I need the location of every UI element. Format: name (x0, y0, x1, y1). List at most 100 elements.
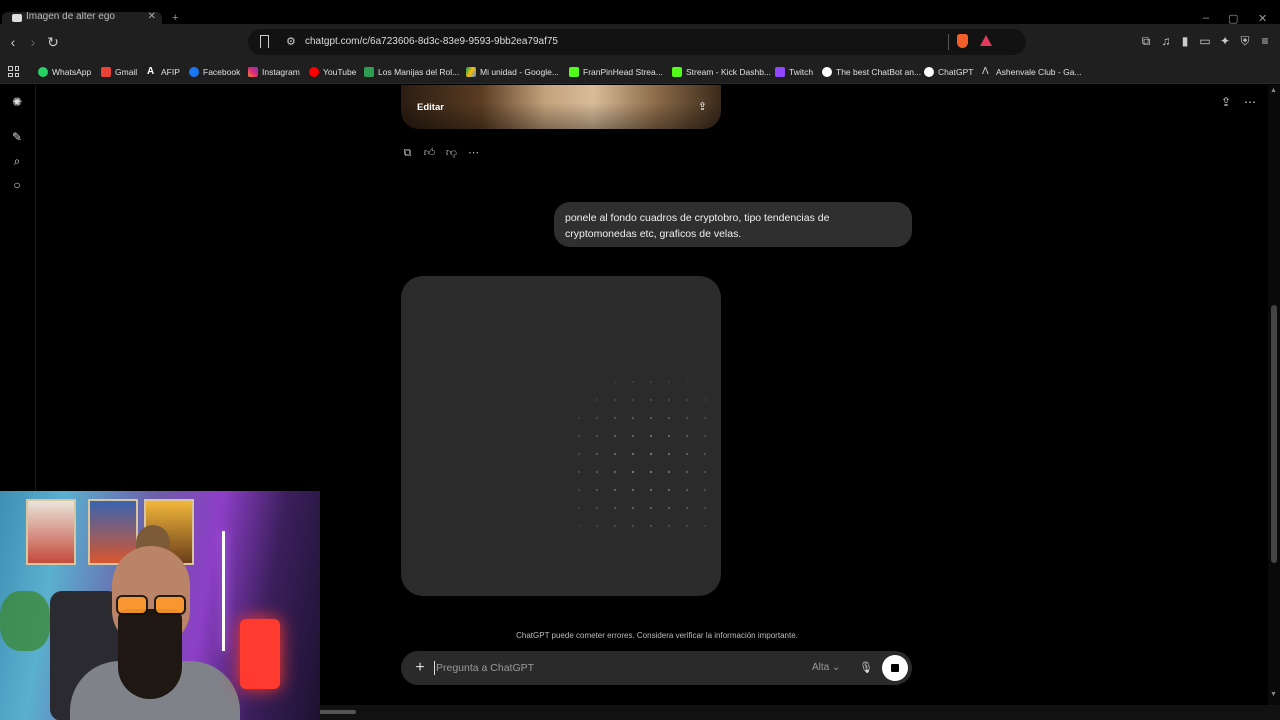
bookmark-label: The best ChatBot an... (836, 67, 922, 77)
address-bar[interactable]: ⚙ chatgpt.com/c/6a723606-8d3c-83e9-9593-… (248, 29, 1026, 55)
bookmark-label: Facebook (203, 67, 241, 77)
loading-dot (667, 434, 671, 438)
bookmark-youtube[interactable]: YouTube (309, 65, 356, 79)
add-attachment-icon[interactable]: + (411, 658, 429, 678)
hscrollbar-thumb[interactable] (318, 710, 356, 714)
loading-dot (595, 452, 599, 456)
whatsapp-icon (38, 67, 48, 77)
bookmark-los-manijas[interactable]: Los Manijas del Rol... (364, 65, 459, 79)
image-shade (401, 85, 721, 129)
brave-rewards-icon[interactable] (980, 35, 992, 46)
loading-dot (595, 380, 599, 384)
loading-dot (703, 488, 707, 492)
chat-bubble-icon[interactable]: ○ (10, 178, 24, 192)
tab-favicon-icon (12, 14, 22, 22)
bookmark-franpinhead[interactable]: FranPinHead Strea... (569, 65, 663, 79)
loading-dot (631, 524, 635, 528)
brave-shields-icon[interactable] (957, 34, 968, 48)
leo-ai-icon[interactable]: ✦ (1218, 34, 1232, 48)
scroll-up-icon[interactable]: ▲ (1270, 87, 1277, 94)
share-image-icon[interactable]: ⇪ (698, 100, 707, 113)
sidebar-toggle-icon[interactable]: ▮ (1178, 34, 1192, 48)
loading-dot (649, 380, 653, 384)
scroll-down-icon[interactable]: ▼ (1270, 691, 1277, 698)
model-selector[interactable]: Alta ⌄ (812, 662, 840, 673)
vertical-scrollbar[interactable]: ▲ ▼ (1268, 85, 1280, 705)
loading-dot (703, 506, 707, 510)
loading-dot (631, 488, 635, 492)
search-icon[interactable]: ⌕ (10, 154, 24, 168)
loading-dot (595, 488, 599, 492)
bookmark-chatgpt[interactable]: ChatGPT (924, 65, 973, 79)
openai-logo-icon[interactable]: ✺ (10, 95, 24, 109)
bookmark-afip[interactable]: A AFIP (147, 65, 180, 79)
loading-dot (703, 452, 707, 456)
composer: + Alta ⌄ 🎙︎ (401, 651, 912, 685)
bookmark-page-icon[interactable] (260, 35, 269, 48)
edit-image-button[interactable]: Editar (417, 102, 444, 113)
bookmark-instagram[interactable]: Instagram (248, 65, 300, 79)
loading-dot (577, 416, 581, 420)
loading-dot (577, 506, 581, 510)
scrollbar-thumb[interactable] (1271, 305, 1277, 563)
message-actions: ⧉ 👍︎ 👎︎ ⋯ (401, 147, 480, 161)
bookmark-facebook[interactable]: Facebook (189, 65, 240, 79)
loading-dots-pattern (577, 380, 707, 528)
loading-dot (667, 488, 671, 492)
bookmark-chatbot[interactable]: The best ChatBot an... (822, 65, 921, 79)
stop-generating-button[interactable] (882, 655, 908, 681)
bookmark-google-drive[interactable]: Mi unidad - Google... (466, 65, 559, 79)
loading-dot (649, 488, 653, 492)
more-icon[interactable]: ⋯ (467, 147, 480, 160)
bookmark-label: YouTube (323, 67, 357, 77)
extensions-icon[interactable]: ⧉ (1139, 34, 1153, 48)
site-info-icon[interactable]: ⚙ (286, 35, 296, 48)
browser-tab[interactable]: Imagen de alter ego ✕ (2, 12, 162, 24)
loading-dot (577, 488, 581, 492)
tab-strip: Imagen de alter ego ✕ + – ▢ ✕ (0, 0, 1280, 25)
loading-dot (613, 524, 617, 528)
thumbs-down-icon[interactable]: 👎︎ (445, 147, 458, 160)
back-icon[interactable]: ‹ (4, 33, 22, 51)
apps-grid-icon[interactable] (8, 66, 19, 77)
bookmark-twitch[interactable]: Twitch (775, 65, 813, 79)
forward-icon[interactable]: › (24, 33, 42, 51)
share-icon[interactable]: ⇪ (1221, 95, 1231, 109)
bookmark-label: Stream - Kick Dashb... (686, 67, 772, 77)
new-tab-icon[interactable]: + (172, 12, 178, 24)
loading-dot (577, 470, 581, 474)
loading-dot (631, 506, 635, 510)
copy-icon[interactable]: ⧉ (401, 147, 414, 160)
loading-dot (613, 434, 617, 438)
close-tab-icon[interactable]: ✕ (148, 12, 156, 22)
bookmark-label: WhatsApp (52, 67, 92, 77)
thumbs-up-icon[interactable]: 👍︎ (423, 147, 436, 160)
microphone-icon[interactable]: 🎙︎ (859, 660, 873, 676)
url-divider (948, 34, 949, 50)
prompt-input[interactable] (434, 661, 794, 675)
minimize-icon[interactable]: – (1203, 12, 1209, 24)
loading-dot (649, 452, 653, 456)
menu-icon[interactable]: ≡ (1258, 34, 1272, 48)
reload-icon[interactable]: ↻ (44, 33, 62, 51)
bookmark-ashenvale[interactable]: Λ Ashenvale Club - Ga... (982, 65, 1082, 79)
media-icon[interactable]: ♫ (1159, 34, 1173, 48)
new-chat-icon[interactable]: ✎ (10, 130, 24, 144)
more-options-icon[interactable]: ⋯ (1244, 95, 1256, 109)
loading-dot (631, 380, 635, 384)
bookmark-label: AFIP (161, 67, 180, 77)
bookmark-whatsapp[interactable]: WhatsApp (38, 65, 91, 79)
vpn-icon[interactable]: ⛨ (1238, 34, 1252, 48)
loading-dot (667, 506, 671, 510)
bookmark-kick-dashboard[interactable]: Stream - Kick Dashb... (672, 65, 771, 79)
bookmark-gmail[interactable]: Gmail (101, 65, 137, 79)
loading-dot (667, 416, 671, 420)
loading-dot (649, 524, 653, 528)
wallet-icon[interactable]: ▭ (1198, 34, 1212, 48)
previous-generated-image[interactable]: Editar ⇪ (401, 85, 721, 129)
loading-dot (631, 452, 635, 456)
url-text[interactable]: chatgpt.com/c/6a723606-8d3c-83e9-9593-9b… (305, 36, 558, 47)
bookmark-label: Los Manijas del Rol... (378, 67, 460, 77)
loading-dot (595, 470, 599, 474)
bookmark-label: Twitch (789, 67, 814, 77)
